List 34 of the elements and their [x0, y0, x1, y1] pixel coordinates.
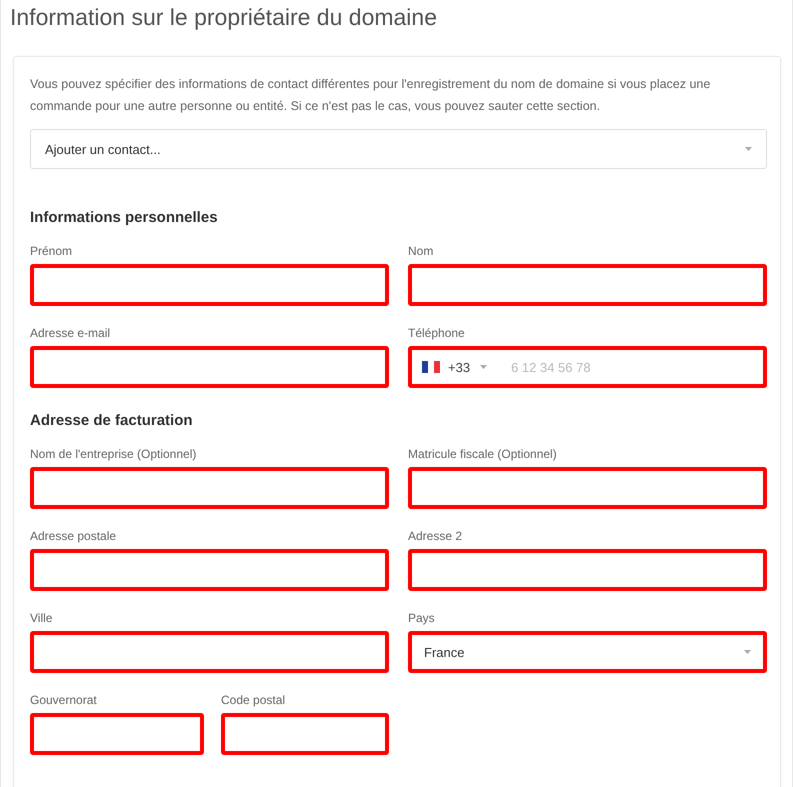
input-field[interactable]: [30, 346, 389, 388]
input-field[interactable]: [408, 467, 767, 509]
input-field[interactable]: [30, 467, 389, 509]
section-heading: Informations personnelles: [30, 209, 219, 226]
input-field[interactable]: [408, 549, 767, 591]
field-label: Matricule fiscale (Optionnel): [408, 447, 558, 461]
input-field[interactable]: [30, 631, 389, 673]
caret-icon: [745, 147, 752, 151]
contact-dropdown[interactable]: Ajouter un contact...: [30, 129, 767, 169]
page-title: Information sur le propriétaire du domaine: [9, 3, 438, 32]
input-field[interactable]: [221, 713, 389, 755]
input-field[interactable]: [30, 264, 389, 306]
field-label: Adresse e-mail: [30, 326, 112, 340]
field-label: Nom de l'entreprise (Optionnel): [30, 447, 198, 461]
field-label: Ville: [30, 611, 54, 625]
input-field[interactable]: [30, 713, 204, 755]
caret-icon: [480, 365, 488, 369]
field-label: Prénom: [30, 244, 74, 258]
field-label: Nom: [408, 244, 434, 258]
input-field[interactable]: [408, 264, 767, 306]
country-dropdown[interactable]: France: [408, 631, 767, 673]
field-label: Téléphone: [408, 326, 466, 340]
field-label: Gouvernorat: [30, 693, 98, 707]
phone-input[interactable]: 6 12 34 56 78: [509, 358, 660, 376]
flag-icon: [422, 361, 440, 373]
section-heading: Adresse de facturation: [30, 412, 194, 429]
caret-icon: [744, 650, 751, 654]
field-label: Adresse postale: [30, 529, 118, 543]
field-label: Adresse 2: [408, 529, 464, 543]
field-label: Pays: [408, 611, 436, 625]
phone-field[interactable]: +33 6 12 34 56 78: [408, 346, 767, 388]
intro-text: Vous pouvez spécifier des informations de contact différentes pour l'enregistrement du nom de domaine si vous placez une commande pour une autre personne ou entité. Si ce n'est pas le cas, vous pouvez sauter cette section.: [30, 76, 712, 115]
input-field[interactable]: [30, 549, 389, 591]
field-label: Code postal: [221, 693, 286, 707]
